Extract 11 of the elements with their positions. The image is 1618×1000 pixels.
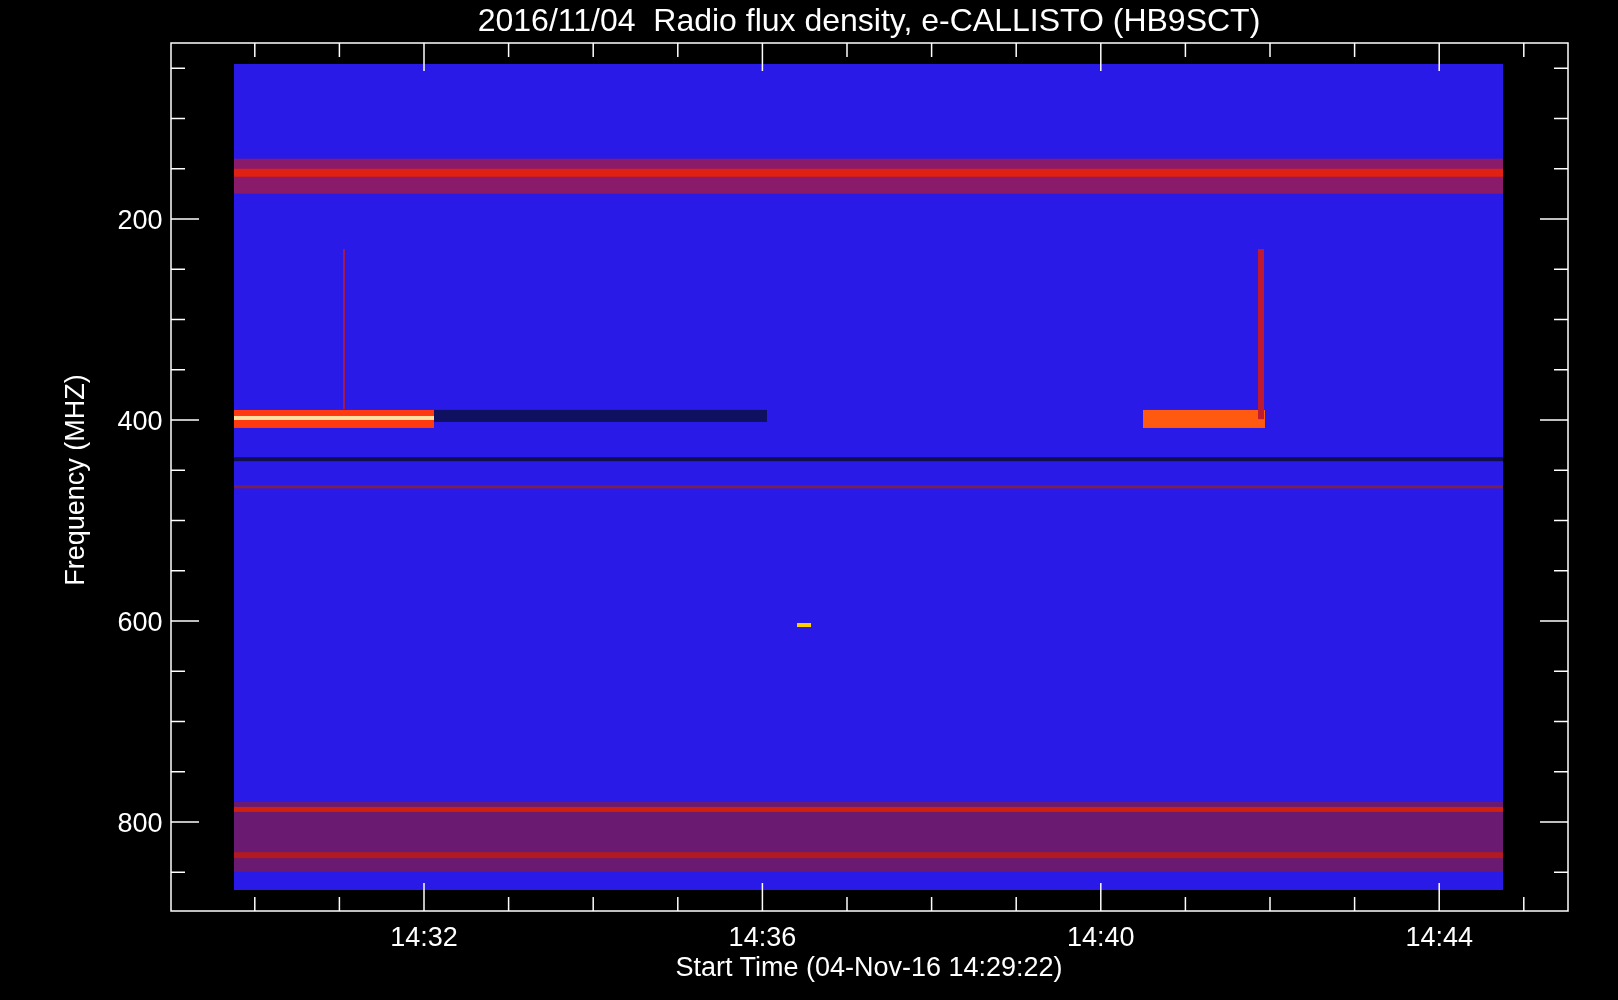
- chart-title: 2016/11/04 Radio flux density, e-CALLISTO (HB9SCT): [477, 2, 1261, 38]
- axis-tick-label: 200: [117, 205, 163, 235]
- axis-tick-label: 600: [117, 607, 163, 637]
- axis-tick-label: 400: [117, 406, 163, 436]
- axis-title: Start Time (04-Nov-16 14:29:22): [675, 952, 1063, 982]
- axis-title: Frequency (MHZ): [60, 374, 90, 586]
- axis-tick-label: 14:40: [1067, 922, 1135, 952]
- axis-tick-label: 14:44: [1405, 922, 1473, 952]
- axis-tick-label: 14:32: [390, 922, 458, 952]
- axis-tick-label: 14:36: [728, 922, 797, 952]
- axis-tick-label: 800: [117, 808, 163, 838]
